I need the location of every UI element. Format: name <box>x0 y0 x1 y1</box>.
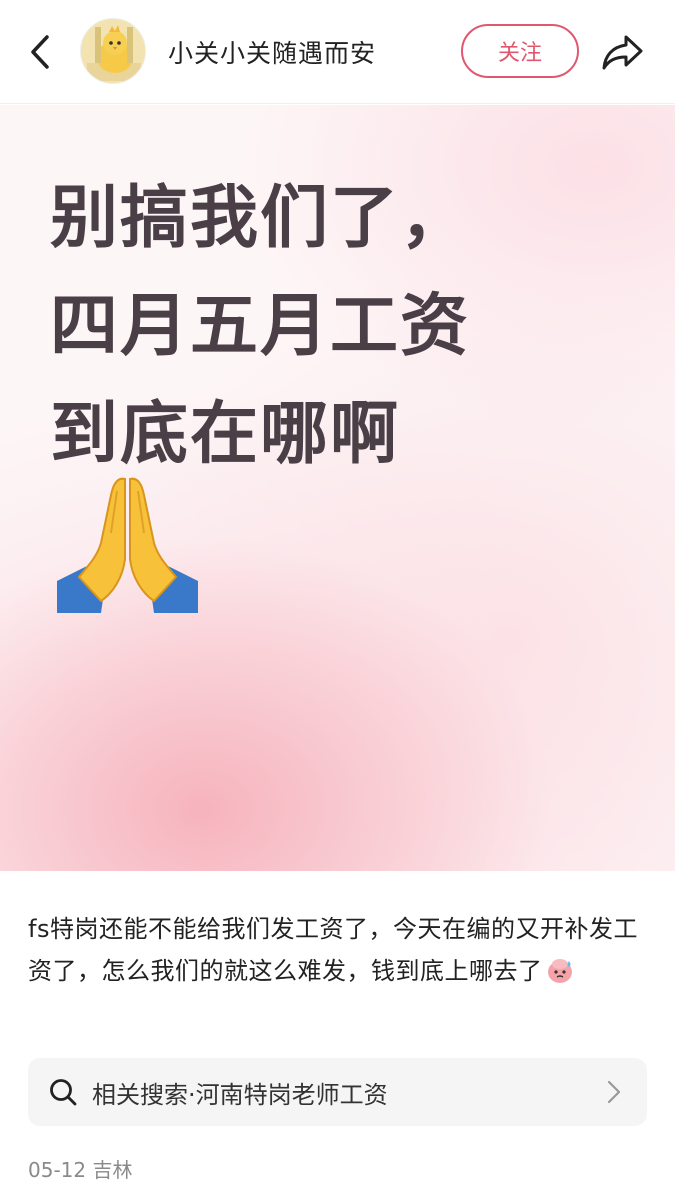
chevron-right-icon <box>607 1080 621 1104</box>
avatar[interactable] <box>80 18 146 84</box>
post-header: 小关小关随遇而安 关注 <box>0 0 675 104</box>
image-headline: 别搞我们了， 四月五月工资 到底在哪啊 <box>50 165 471 489</box>
headline-highlight: 工资 <box>330 273 471 381</box>
follow-button[interactable]: 关注 <box>461 24 579 78</box>
share-button[interactable] <box>596 26 648 78</box>
related-search-label: 相关搜索·河南特岗老师工资 <box>92 1080 388 1109</box>
search-icon <box>50 1079 77 1106</box>
headline-line-1: 别搞我们了， <box>50 179 471 258</box>
headline-line-2-before: 四月五月 <box>50 287 331 366</box>
post-body: fs特岗还能不能给我们发工资了，今天在编的又开补发工资了，怎么我们的就这么难发，… <box>28 908 638 992</box>
author-name[interactable]: 小关小关随遇而安 <box>168 34 376 70</box>
headline-line-2: 四月五月工资 <box>50 273 471 381</box>
folded-hands-emoji-icon <box>57 477 198 613</box>
sweating-face-emoji-icon <box>547 959 572 983</box>
post-image[interactable]: 别搞我们了， 四月五月工资 到底在哪啊 <box>0 105 675 871</box>
post-date-location: 05-12 吉林 <box>28 1158 133 1182</box>
related-search-bar[interactable]: 相关搜索·河南特岗老师工资 <box>28 1058 647 1126</box>
back-button[interactable] <box>22 30 58 74</box>
share-icon <box>602 35 643 70</box>
back-arrow-icon <box>31 35 49 69</box>
chick-avatar-icon <box>81 19 145 83</box>
